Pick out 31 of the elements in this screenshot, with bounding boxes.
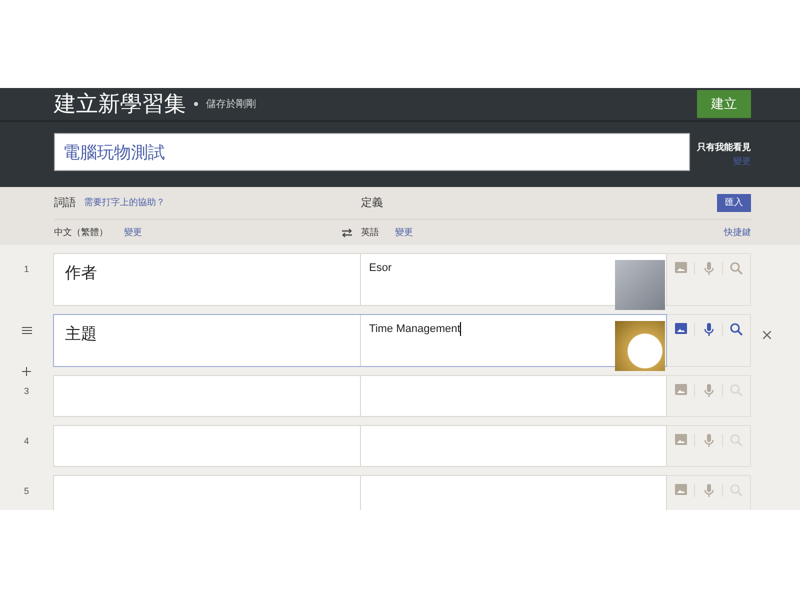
set-title-field[interactable]: 電腦玩物測試 — [54, 133, 690, 171]
definition-field[interactable]: Esor — [369, 262, 392, 274]
row-number: 4 — [24, 436, 29, 446]
definition-language: 英語 — [361, 226, 379, 239]
create-button[interactable]: 建立 — [697, 90, 751, 118]
change-link[interactable]: 變更 — [124, 226, 142, 240]
separator-dot — [194, 102, 198, 106]
visibility-label: 只有我能看見 — [697, 141, 751, 154]
add-icon[interactable] — [22, 367, 31, 376]
import-button[interactable]: 匯入 — [717, 194, 751, 212]
row-number: 3 — [24, 386, 29, 396]
term-language: 中文（繁體） — [54, 226, 108, 239]
definition-label: 定義 — [361, 196, 383, 211]
row-number: 5 — [24, 486, 29, 496]
term-field[interactable]: 作者 — [62, 261, 100, 286]
definition-field[interactable]: Time Management — [369, 323, 460, 335]
term-field[interactable]: 主題 — [62, 322, 100, 347]
drag-handle-icon[interactable] — [22, 327, 32, 334]
search-icon[interactable] — [730, 323, 743, 336]
close-icon[interactable] — [763, 330, 771, 339]
swap-icon[interactable] — [341, 228, 353, 238]
microphone-icon[interactable] — [704, 323, 714, 336]
term-label: 詞語 — [54, 196, 76, 211]
row-number: 1 — [24, 264, 29, 274]
typing-help-link[interactable]: 需要打字上的協助？ — [84, 196, 165, 210]
text-cursor — [460, 322, 462, 336]
image-icon[interactable] — [674, 323, 686, 334]
change-link[interactable]: 變更 — [395, 226, 413, 240]
page-title: 建立新學習集 — [54, 93, 186, 115]
shortcuts-link[interactable]: 快捷鍵 — [724, 226, 751, 240]
save-status: 儲存於剛剛 — [206, 98, 256, 112]
